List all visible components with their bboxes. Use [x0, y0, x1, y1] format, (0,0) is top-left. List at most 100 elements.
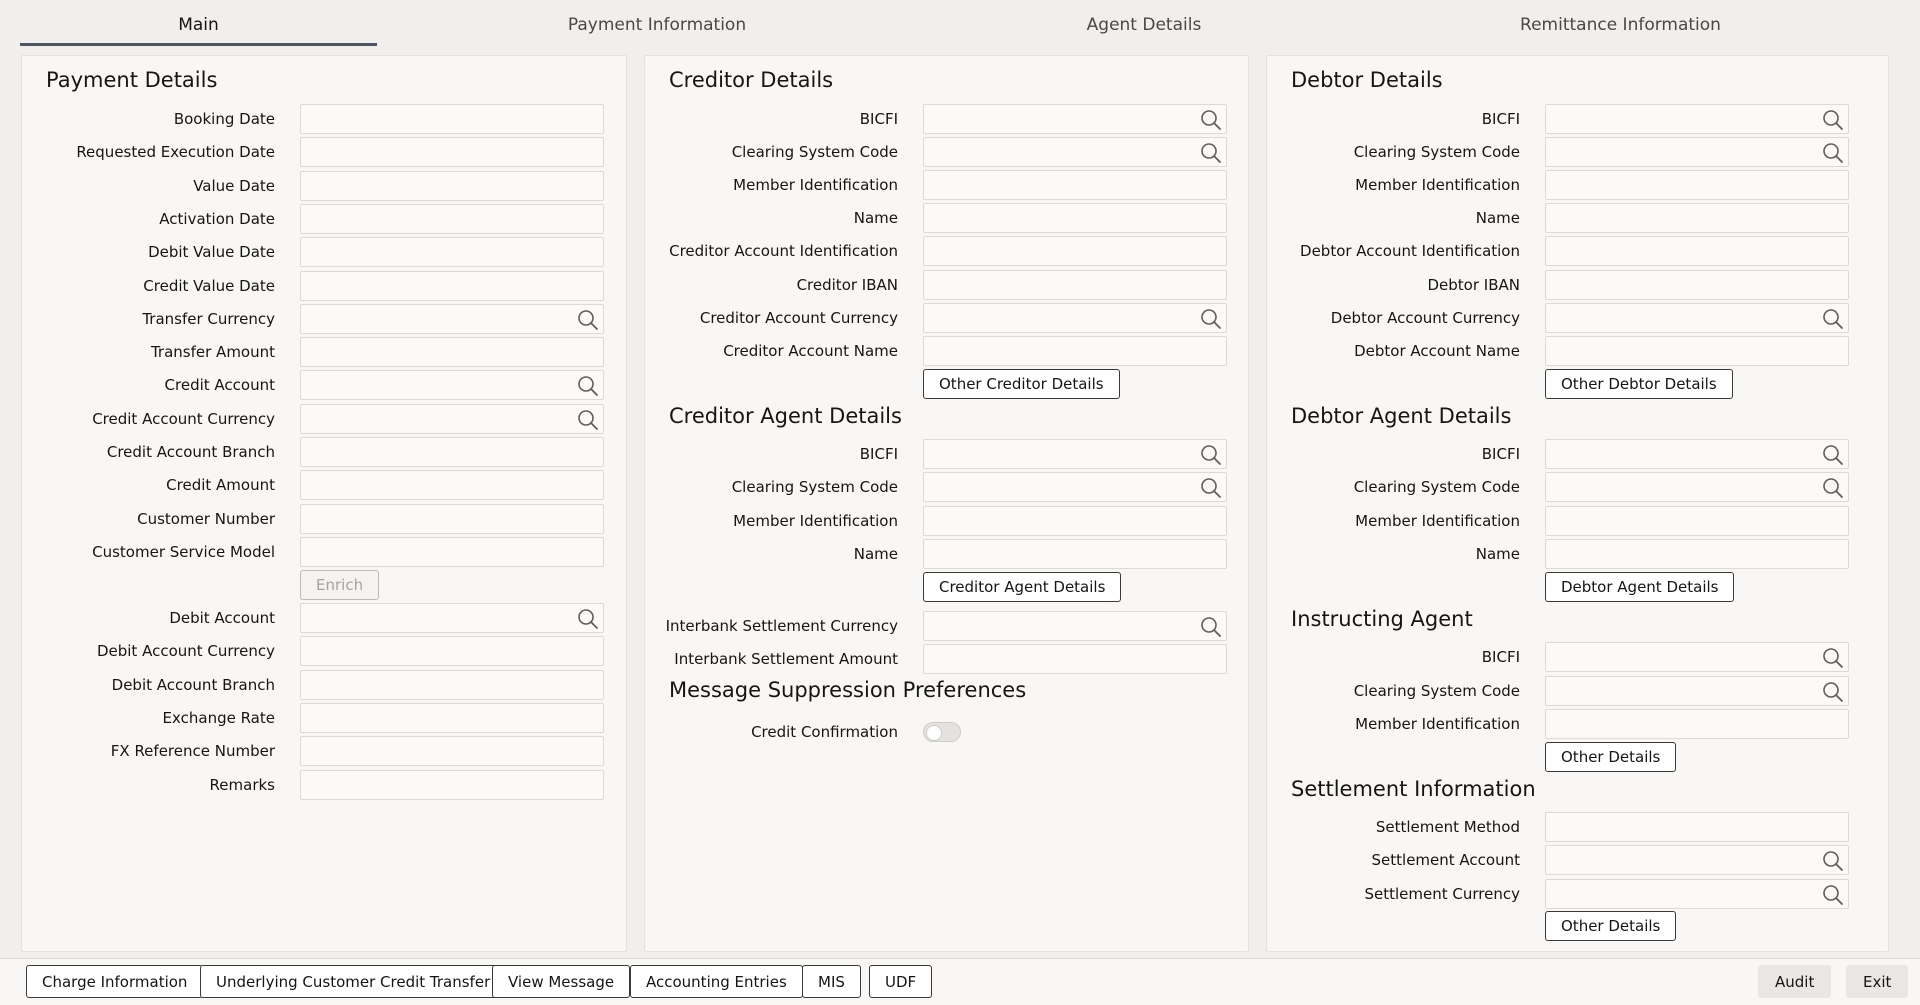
- other-creditor-details-button[interactable]: Other Creditor Details: [923, 369, 1120, 399]
- creditor-agent-input-member-identification[interactable]: [923, 505, 1227, 536]
- debtor-input-debtor-account-identification[interactable]: [1545, 236, 1849, 267]
- payment-input-debit-account-branch[interactable]: [300, 669, 604, 700]
- settlement-input-settlement-account[interactable]: [1545, 845, 1849, 876]
- payment-row-credit-account: Credit Account: [22, 370, 626, 401]
- payment-input-customer-number[interactable]: [300, 503, 604, 534]
- payment-input-activation-date[interactable]: [300, 203, 604, 234]
- payment-input-fx-reference-number[interactable]: [300, 736, 604, 767]
- search-icon[interactable]: [1822, 647, 1844, 669]
- enrich-button[interactable]: Enrich: [300, 570, 380, 600]
- settlement-other-details-button[interactable]: Other Details: [1545, 911, 1677, 941]
- debtor-agent-details-button[interactable]: Debtor Agent Details: [1545, 572, 1735, 602]
- tab-remittance-information[interactable]: Remittance Information: [1351, 0, 1890, 46]
- search-icon[interactable]: [1200, 142, 1222, 164]
- search-icon[interactable]: [1200, 477, 1222, 499]
- search-icon[interactable]: [1822, 477, 1844, 499]
- payment-input-booking-date[interactable]: [300, 104, 604, 134]
- creditor-agent-input-clearing-system-code[interactable]: [923, 472, 1227, 503]
- other-debtor-details-button[interactable]: Other Debtor Details: [1545, 369, 1733, 399]
- instructing-agent-input-bicfi[interactable]: [1545, 642, 1849, 672]
- search-icon[interactable]: [1822, 109, 1844, 131]
- creditor-input-creditor-account-name[interactable]: [923, 335, 1227, 366]
- tab-payment-information[interactable]: Payment Information: [377, 0, 937, 46]
- creditor-input-bicfi[interactable]: [923, 104, 1227, 134]
- tab-main[interactable]: Main: [20, 0, 377, 46]
- creditor-agent-input-name[interactable]: [923, 538, 1227, 569]
- creditor-input-creditor-iban[interactable]: [923, 269, 1227, 300]
- search-icon[interactable]: [1200, 444, 1222, 466]
- search-icon[interactable]: [1200, 308, 1222, 330]
- debtor-input-debtor-account-name[interactable]: [1545, 335, 1849, 366]
- search-icon[interactable]: [577, 409, 599, 431]
- creditor-input-clearing-system-code[interactable]: [923, 137, 1227, 168]
- debtor-agent-input-name[interactable]: [1545, 538, 1849, 569]
- payment-input-credit-amount[interactable]: [300, 470, 604, 501]
- debtor-input-clearing-system-code[interactable]: [1545, 137, 1849, 168]
- creditor-input-member-identification[interactable]: [923, 170, 1227, 201]
- creditor-agent-input-interbank-settlement-currency[interactable]: [923, 611, 1227, 641]
- instructing-agent-input-clearing-system-code[interactable]: [1545, 675, 1849, 706]
- creditor-input-creditor-account-currency[interactable]: [923, 302, 1227, 333]
- payment-input-remarks[interactable]: [300, 769, 604, 800]
- creditor-agent-input-bicfi[interactable]: [923, 439, 1227, 469]
- settlement-input-settlement-currency[interactable]: [1545, 878, 1849, 909]
- payment-label-credit-amount: Credit Amount: [166, 476, 275, 495]
- payment-input-value-date[interactable]: [300, 170, 604, 201]
- search-icon[interactable]: [1822, 308, 1844, 330]
- charge-information-button[interactable]: Charge Information: [26, 965, 204, 998]
- search-icon[interactable]: [577, 309, 599, 331]
- exit-button[interactable]: Exit: [1846, 965, 1909, 998]
- payment-row-customer-service-model: Customer Service Model: [22, 536, 626, 567]
- creditor-agent-row-clearing-system-code: Clearing System Code: [645, 472, 1248, 503]
- debtor-input-debtor-iban[interactable]: [1545, 269, 1849, 300]
- credit-confirmation-toggle[interactable]: [923, 722, 961, 742]
- creditor-row-creditor-account-name: Creditor Account Name: [645, 335, 1248, 366]
- mis-button[interactable]: MIS: [802, 965, 861, 998]
- payment-input-requested-execution-date[interactable]: [300, 137, 604, 168]
- creditor-input-creditor-account-identification[interactable]: [923, 236, 1227, 267]
- instructing-agent-other-details-button[interactable]: Other Details: [1545, 742, 1677, 772]
- payment-input-credit-account-branch[interactable]: [300, 437, 604, 467]
- creditor-row-creditor-account-currency: Creditor Account Currency: [645, 302, 1248, 333]
- payment-input-debit-value-date[interactable]: [300, 237, 604, 268]
- debtor-input-name[interactable]: [1545, 203, 1849, 234]
- search-icon[interactable]: [1822, 142, 1844, 164]
- payment-label-exchange-rate: Exchange Rate: [162, 708, 275, 727]
- creditor-label-creditor-account-name: Creditor Account Name: [723, 341, 898, 360]
- search-icon[interactable]: [577, 375, 599, 397]
- settlement-input-settlement-method[interactable]: [1545, 812, 1849, 842]
- creditor-agent-input-interbank-settlement-amount[interactable]: [923, 644, 1227, 675]
- instructing-agent-input-member-identification[interactable]: [1545, 709, 1849, 739]
- search-icon[interactable]: [1200, 109, 1222, 131]
- payment-input-transfer-currency[interactable]: [300, 303, 604, 334]
- underlying-customer-credit-transfer-button[interactable]: Underlying Customer Credit Transfer: [200, 965, 507, 998]
- debtor-agent-input-member-identification[interactable]: [1545, 505, 1849, 536]
- debtor-label-debtor-account-currency: Debtor Account Currency: [1330, 308, 1520, 327]
- search-icon[interactable]: [1822, 884, 1844, 906]
- view-message-button[interactable]: View Message: [492, 965, 631, 998]
- payment-input-transfer-amount[interactable]: [300, 337, 604, 368]
- creditor-agent-details-button[interactable]: Creditor Agent Details: [923, 572, 1122, 602]
- payment-input-debit-account[interactable]: [300, 603, 604, 633]
- search-icon[interactable]: [1822, 444, 1844, 466]
- accounting-entries-button[interactable]: Accounting Entries: [630, 965, 803, 998]
- udf-button[interactable]: UDF: [869, 965, 933, 998]
- debtor-input-bicfi[interactable]: [1545, 104, 1849, 134]
- debtor-input-debtor-account-currency[interactable]: [1545, 302, 1849, 333]
- search-icon[interactable]: [1200, 616, 1222, 638]
- payment-input-credit-value-date[interactable]: [300, 270, 604, 301]
- creditor-input-name[interactable]: [923, 203, 1227, 234]
- search-icon[interactable]: [577, 608, 599, 630]
- tab-agent-details[interactable]: Agent Details: [937, 0, 1351, 46]
- debtor-input-member-identification[interactable]: [1545, 170, 1849, 201]
- payment-input-exchange-rate[interactable]: [300, 702, 604, 733]
- payment-input-customer-service-model[interactable]: [300, 536, 604, 567]
- payment-input-debit-account-currency[interactable]: [300, 636, 604, 667]
- debtor-agent-input-bicfi[interactable]: [1545, 439, 1849, 469]
- payment-input-credit-account-currency[interactable]: [300, 403, 604, 434]
- payment-input-credit-account[interactable]: [300, 370, 604, 401]
- debtor-agent-input-clearing-system-code[interactable]: [1545, 472, 1849, 503]
- audit-button[interactable]: Audit: [1758, 965, 1832, 998]
- search-icon[interactable]: [1822, 681, 1844, 703]
- search-icon[interactable]: [1822, 850, 1844, 872]
